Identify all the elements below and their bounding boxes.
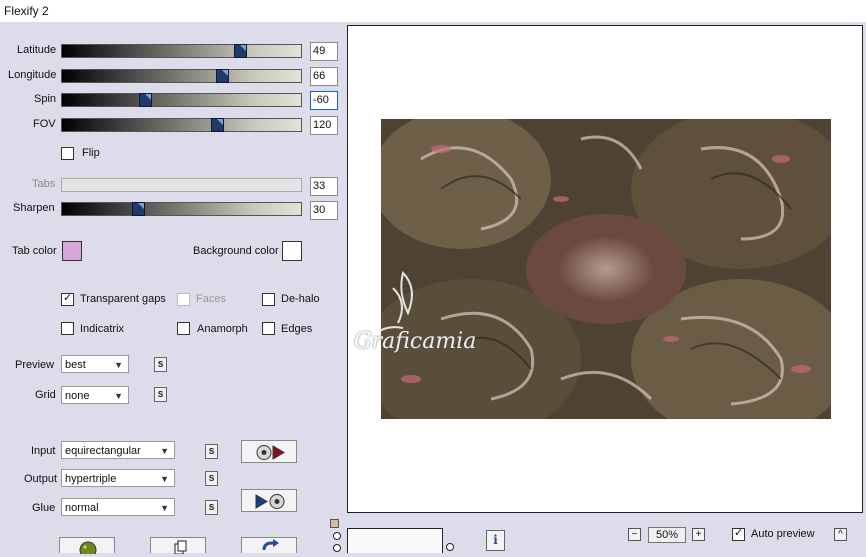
save-output-button[interactable]	[241, 489, 297, 512]
info-button[interactable]: i	[486, 530, 505, 551]
de-halo-checkbox[interactable]	[262, 293, 275, 306]
chevron-down-icon: ▼	[160, 474, 169, 484]
background-color-label: Background color	[193, 245, 279, 257]
navigator-corner-top-left[interactable]	[333, 532, 341, 540]
sharpen-value[interactable]: 30	[310, 201, 338, 220]
indicatrix-label: Indicatrix	[80, 323, 125, 335]
copy-icon	[174, 540, 187, 555]
chevron-down-icon: ▼	[114, 391, 123, 401]
navigator-thumbnail[interactable]	[347, 528, 443, 553]
undo-arrow-icon	[262, 539, 279, 551]
auto-preview-checkbox[interactable]: ✓	[732, 527, 745, 541]
input-s-button[interactable]: S	[205, 444, 218, 459]
preview-s-button[interactable]: S	[154, 357, 167, 372]
edges-label: Edges	[281, 323, 313, 335]
input-projection-value: equirectangular	[65, 445, 141, 457]
indicatrix-checkbox[interactable]	[61, 322, 74, 335]
transparent-gaps-checkbox[interactable]: ✓	[61, 292, 74, 306]
glue-label: Glue	[32, 502, 56, 514]
chevron-down-icon: ▼	[114, 360, 123, 370]
sharpen-slider[interactable]	[61, 202, 302, 216]
latitude-slider[interactable]	[61, 44, 302, 58]
output-s-button[interactable]: S	[205, 471, 218, 486]
spin-slider[interactable]	[61, 93, 302, 107]
longitude-value[interactable]: 66	[310, 67, 338, 86]
spin-slider-thumb[interactable]	[139, 93, 152, 107]
preview-quality-select[interactable]: best ▼	[61, 355, 129, 373]
latitude-value[interactable]: 49	[310, 42, 338, 61]
fov-value[interactable]: 120	[310, 116, 338, 135]
zoom-in-button[interactable]: +	[692, 528, 705, 541]
fov-label: FOV	[33, 118, 56, 130]
input-projection-select[interactable]: equirectangular ▼	[61, 441, 175, 459]
sharpen-slider-thumb[interactable]	[132, 202, 145, 216]
grid-label: Grid	[35, 389, 56, 401]
spin-label: Spin	[34, 93, 57, 105]
preview-quality-label: Preview	[15, 359, 55, 371]
faces-checkbox	[177, 293, 190, 306]
check-mark-icon: ✓	[63, 292, 73, 304]
longitude-slider[interactable]	[61, 69, 302, 83]
chevron-down-icon: ▼	[160, 503, 169, 513]
output-projection-value: hypertriple	[65, 473, 117, 485]
frog-icon	[79, 541, 97, 557]
grid-value: none	[65, 390, 90, 402]
load-input-button[interactable]	[241, 440, 297, 463]
navigator-corner-bottom-left[interactable]	[333, 544, 341, 552]
latitude-label: Latitude	[17, 44, 57, 56]
tab-color-swatch[interactable]	[62, 241, 82, 261]
flip-label: Flip	[82, 147, 100, 159]
latitude-slider-thumb[interactable]	[234, 44, 247, 58]
zoom-level: 50%	[648, 527, 686, 543]
navigator-handle[interactable]	[330, 519, 339, 528]
background-color-swatch[interactable]	[282, 241, 302, 261]
disc-play-icon	[256, 445, 285, 460]
tabs-label: Tabs	[32, 178, 56, 190]
fov-slider-thumb[interactable]	[211, 118, 224, 132]
collapse-button[interactable]: ^	[834, 528, 847, 541]
glue-select[interactable]: normal ▼	[61, 498, 175, 516]
grid-select[interactable]: none ▼	[61, 386, 129, 404]
preview-quality-value: best	[65, 359, 86, 371]
longitude-label: Longitude	[8, 69, 57, 81]
anamorph-label: Anamorph	[197, 323, 248, 335]
anamorph-checkbox[interactable]	[177, 322, 190, 335]
frog-button[interactable]	[59, 537, 115, 557]
faces-label: Faces	[196, 293, 226, 305]
glue-s-button[interactable]: S	[205, 500, 218, 515]
longitude-slider-thumb[interactable]	[216, 69, 229, 83]
chevron-down-icon: ▼	[160, 446, 169, 456]
edges-checkbox[interactable]	[262, 322, 275, 335]
transparent-gaps-label: Transparent gaps	[80, 293, 166, 305]
preview-canvas[interactable]: Graficamia	[347, 25, 863, 513]
tabs-slider	[61, 178, 302, 192]
output-projection-select[interactable]: hypertriple ▼	[61, 469, 175, 487]
copy-button[interactable]	[150, 537, 206, 555]
output-label: Output	[24, 473, 58, 485]
navigator-corner-right[interactable]	[446, 543, 454, 551]
sharpen-label: Sharpen	[13, 202, 55, 214]
grid-s-button[interactable]: S	[154, 387, 167, 402]
tabs-value[interactable]: 33	[310, 177, 338, 196]
fov-slider[interactable]	[61, 118, 302, 132]
flip-checkbox[interactable]	[61, 147, 74, 160]
auto-preview-label: Auto preview	[751, 528, 815, 540]
play-disc-icon	[255, 494, 285, 509]
check-mark-icon: ✓	[734, 527, 744, 539]
input-label: Input	[31, 445, 56, 457]
title-bar: Flexify 2	[0, 0, 866, 22]
de-halo-label: De-halo	[281, 293, 320, 305]
spin-value[interactable]: -60	[310, 91, 338, 110]
zoom-out-button[interactable]: −	[628, 528, 641, 541]
watermark-text: Graficamia	[354, 329, 477, 354]
glue-value: normal	[65, 502, 99, 514]
undo-button[interactable]	[241, 537, 297, 553]
window-title: Flexify 2	[4, 4, 49, 18]
tab-color-label: Tab color	[12, 245, 57, 257]
